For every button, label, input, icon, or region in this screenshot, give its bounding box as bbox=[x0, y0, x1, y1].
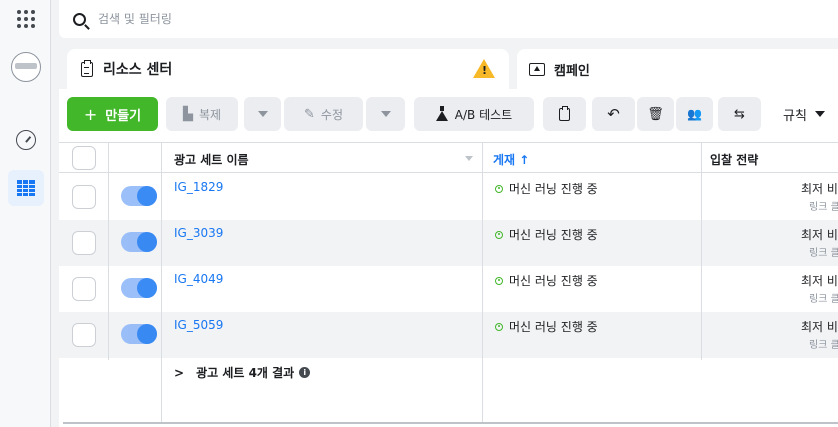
chevron-down-icon bbox=[380, 111, 391, 117]
delivery-status: 머신 러닝 진행 중 bbox=[495, 226, 598, 243]
table-row: IG_5059 머신 러닝 진행 중 최저 비용 링크 클릭 bbox=[59, 312, 838, 358]
bid-strategy: 최저 비용 bbox=[801, 228, 838, 242]
ab-test-label: A/B 테스트 bbox=[454, 107, 513, 122]
duplicate-icon: ▙ bbox=[182, 106, 193, 122]
toolbar: + 만들기 ▙ 복제 ✎ 수정 A/B 테스트 ↶ 🗑 👥 ⇆ 규칙 bbox=[59, 89, 838, 141]
bid-optimization: 링크 클릭 bbox=[809, 248, 838, 259]
undo-button[interactable]: ↶ bbox=[592, 97, 635, 131]
apps-grid-icon[interactable] bbox=[0, 8, 51, 30]
column-divider bbox=[482, 142, 483, 422]
warning-icon[interactable]: ! bbox=[473, 59, 495, 78]
avatar-icon bbox=[10, 52, 41, 82]
delivery-status: 머신 러닝 진행 중 bbox=[495, 272, 598, 289]
left-navigation-rail bbox=[0, 0, 51, 427]
create-button[interactable]: + 만들기 bbox=[67, 97, 158, 131]
search-bar bbox=[59, 0, 838, 38]
bid-optimization: 링크 클릭 bbox=[809, 294, 838, 305]
bid-strategy: 최저 비용 bbox=[801, 182, 838, 196]
ad-set-name-link[interactable]: IG_1829 bbox=[174, 180, 223, 194]
clipboard-button[interactable] bbox=[543, 97, 586, 131]
bid-optimization: 링크 클릭 bbox=[809, 340, 838, 351]
ad-sets-panel: + 만들기 ▙ 복제 ✎ 수정 A/B 테스트 ↶ 🗑 👥 ⇆ 규칙 광고 세트… bbox=[59, 89, 838, 427]
people-icon: 👥 bbox=[687, 107, 702, 121]
tab-resource-center[interactable]: 리소스 센터 ! bbox=[67, 49, 509, 89]
dashboard-gauge-icon[interactable] bbox=[0, 128, 51, 152]
table-row: IG_1829 머신 러닝 진행 중 최저 비용 링크 클릭 bbox=[59, 174, 838, 220]
folder-icon bbox=[529, 62, 545, 76]
duplicate-button[interactable]: ▙ 복제 bbox=[166, 97, 238, 131]
ab-test-button[interactable]: A/B 테스트 bbox=[414, 97, 534, 131]
account-avatar[interactable] bbox=[0, 52, 51, 82]
duplicate-label: 복제 bbox=[198, 107, 222, 122]
column-divider bbox=[161, 142, 162, 422]
row-toggle[interactable] bbox=[121, 186, 157, 206]
row-toggle[interactable] bbox=[121, 232, 157, 252]
preview-button[interactable]: ⇆ bbox=[718, 97, 761, 131]
chevron-right-icon: > bbox=[174, 365, 185, 380]
row-checkbox[interactable] bbox=[72, 231, 96, 255]
edit-button[interactable]: ✎ 수정 bbox=[284, 97, 363, 131]
column-header-bid-strategy[interactable]: 입찰 전략 bbox=[710, 151, 758, 168]
edit-dropdown-button[interactable] bbox=[366, 97, 405, 131]
status-dot-icon bbox=[495, 322, 503, 331]
delivery-status: 머신 러닝 진행 중 bbox=[495, 180, 598, 197]
tab-label: 캠페인 bbox=[554, 63, 590, 79]
preview-icon: ⇆ bbox=[734, 106, 745, 122]
status-dot-icon bbox=[495, 276, 503, 285]
rules-dropdown[interactable]: 규칙 bbox=[767, 97, 838, 131]
clipboard-icon bbox=[81, 59, 93, 77]
plus-icon: + bbox=[83, 104, 98, 124]
select-all-checkbox[interactable] bbox=[72, 146, 96, 170]
column-divider bbox=[701, 142, 702, 360]
flask-icon bbox=[435, 105, 448, 121]
search-icon bbox=[73, 12, 86, 26]
status-dot-icon bbox=[495, 230, 503, 239]
table-header: 광고 세트 이름 게재 ↑ 입찰 전략 bbox=[59, 142, 838, 173]
column-header-name[interactable]: 광고 세트 이름 bbox=[174, 151, 249, 168]
ads-manager-table-icon[interactable] bbox=[0, 170, 51, 206]
row-checkbox[interactable] bbox=[72, 323, 96, 347]
delete-button[interactable]: 🗑 bbox=[637, 97, 674, 131]
scrollbar[interactable] bbox=[63, 422, 838, 424]
tab-campaigns[interactable]: 캠페인 bbox=[517, 49, 838, 89]
row-toggle[interactable] bbox=[121, 278, 157, 298]
row-checkbox[interactable] bbox=[72, 277, 96, 301]
info-icon[interactable]: i bbox=[299, 367, 311, 378]
create-label: 만들기 bbox=[105, 108, 142, 124]
sort-ascending-icon: ↑ bbox=[519, 153, 530, 167]
clipboard-icon bbox=[559, 105, 570, 121]
undo-icon: ↶ bbox=[607, 105, 620, 123]
trash-icon: 🗑 bbox=[647, 106, 664, 122]
edit-label: 수정 bbox=[320, 107, 343, 122]
chevron-down-icon bbox=[814, 111, 825, 117]
column-divider bbox=[108, 142, 109, 360]
tab-label: 리소스 센터 bbox=[103, 62, 173, 78]
results-summary[interactable]: > 광고 세트 4개 결과 i bbox=[174, 364, 311, 381]
ad-set-name-link[interactable]: IG_3039 bbox=[174, 226, 223, 240]
rules-label: 규칙 bbox=[783, 108, 807, 124]
results-summary-label: 광고 세트 4개 결과 bbox=[196, 366, 295, 380]
ad-set-name-link[interactable]: IG_5059 bbox=[174, 318, 223, 332]
column-menu-icon[interactable] bbox=[465, 156, 473, 161]
people-button[interactable]: 👥 bbox=[676, 97, 713, 131]
chevron-down-icon bbox=[257, 111, 268, 117]
bid-strategy: 최저 비용 bbox=[801, 320, 838, 334]
bid-optimization: 링크 클릭 bbox=[809, 202, 838, 213]
search-input[interactable] bbox=[98, 12, 698, 26]
duplicate-dropdown-button[interactable] bbox=[244, 97, 281, 131]
bid-strategy: 최저 비용 bbox=[801, 274, 838, 288]
status-dot-icon bbox=[495, 184, 503, 193]
row-toggle[interactable] bbox=[121, 324, 157, 344]
column-header-delivery[interactable]: 게재 ↑ bbox=[493, 151, 529, 168]
table-row: IG_3039 머신 러닝 진행 중 최저 비용 링크 클릭 bbox=[59, 220, 838, 266]
delivery-status: 머신 러닝 진행 중 bbox=[495, 318, 598, 335]
ad-set-name-link[interactable]: IG_4049 bbox=[174, 272, 223, 286]
edit-icon: ✎ bbox=[304, 106, 315, 122]
row-checkbox[interactable] bbox=[72, 185, 96, 209]
table-row: IG_4049 머신 러닝 진행 중 최저 비용 링크 클릭 bbox=[59, 266, 838, 312]
